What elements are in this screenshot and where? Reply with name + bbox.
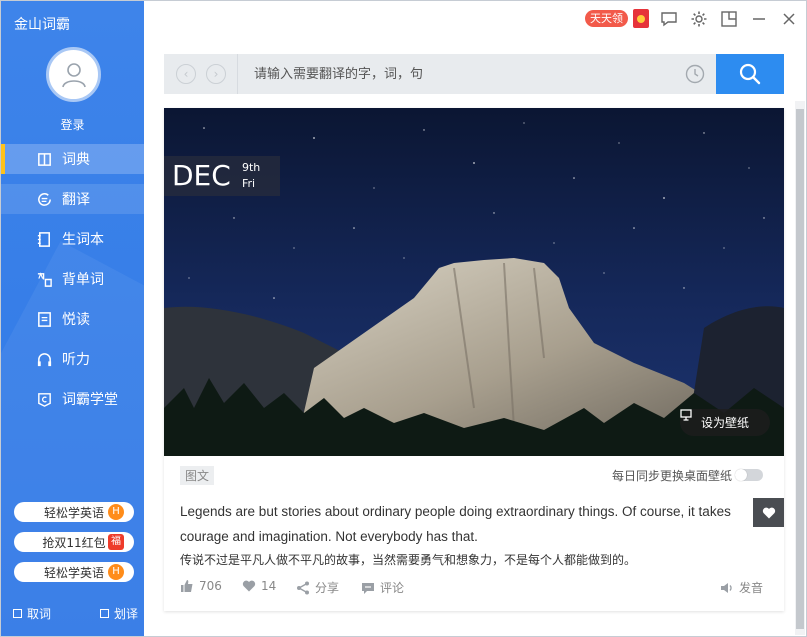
daily-reward-badge[interactable]: 天天领 bbox=[585, 10, 628, 27]
title-bar: 天天领 bbox=[144, 1, 806, 37]
share-button[interactable]: 分享 bbox=[296, 579, 339, 596]
back-button[interactable]: ‹ bbox=[176, 64, 196, 84]
date-day: 9th bbox=[242, 161, 261, 174]
feedback-icon[interactable] bbox=[660, 10, 678, 28]
sidebar-item-listening[interactable]: 听力 bbox=[1, 344, 144, 374]
pick-word-label: 取词 bbox=[27, 607, 52, 621]
app-title: 金山词霸 bbox=[14, 17, 70, 33]
search-bar: ‹ › bbox=[164, 54, 784, 94]
sidebar-item-label: 背单词 bbox=[62, 272, 104, 288]
pronounce-button[interactable]: 发音 bbox=[720, 579, 763, 596]
promo-label: 轻松学英语 bbox=[43, 505, 104, 520]
sidebar-nav: 词典 翻译 生词本 背单词 悦读 听力 词霸学堂 bbox=[1, 144, 144, 424]
app-window: 金山词霸 登录 词典 翻译 生词本 背单词 悦读 听力 词霸学堂 轻松学英语 H… bbox=[0, 0, 807, 637]
sentence-actions: 706 14 分享 评论 发音 bbox=[180, 579, 768, 597]
sidebar-item-label: 翻译 bbox=[62, 192, 90, 208]
promo-label: 轻松学英语 bbox=[43, 565, 104, 580]
word-card-icon bbox=[35, 270, 53, 288]
pick-word-checkbox[interactable]: 取词 bbox=[13, 605, 51, 622]
date-badge: DEC 9th Fri bbox=[164, 156, 280, 196]
sidebar-item-wordbook[interactable]: 生词本 bbox=[1, 224, 144, 254]
mini-mode-icon[interactable] bbox=[720, 10, 738, 28]
bottom-toggles: 取词 划译 bbox=[13, 605, 138, 622]
flame-icon: H bbox=[108, 504, 124, 520]
checkbox-icon bbox=[13, 609, 22, 618]
daily-wallpaper-image: DEC 9th Fri 设为壁纸 bbox=[164, 108, 784, 456]
select-translate-checkbox[interactable]: 划译 bbox=[99, 605, 138, 622]
sentence-chinese: 传说不过是平凡人做不平凡的故事，当然需要勇气和想象力，不是每个人都能做到的。 bbox=[180, 553, 637, 567]
comment-button[interactable]: 评论 bbox=[361, 579, 404, 596]
scrollbar-thumb[interactable] bbox=[796, 109, 804, 629]
like-button[interactable]: 706 bbox=[180, 579, 222, 593]
sidebar-item-label: 词典 bbox=[62, 152, 90, 168]
pronounce-label: 发音 bbox=[739, 581, 764, 595]
sidebar-item-translate[interactable]: 翻译 bbox=[1, 184, 144, 214]
heart-icon bbox=[242, 580, 256, 592]
promo-learn-english-2[interactable]: 轻松学英语 H bbox=[14, 562, 134, 582]
thumbs-up-icon bbox=[181, 580, 193, 592]
promo-red-packet[interactable]: 抢双11红包 福 bbox=[14, 532, 134, 552]
date-weekday: Fri bbox=[242, 177, 256, 190]
gear-icon[interactable] bbox=[690, 10, 708, 28]
share-label: 分享 bbox=[315, 581, 340, 595]
share-icon bbox=[297, 581, 309, 594]
sidebar-item-label: 悦读 bbox=[62, 312, 90, 328]
minimize-icon[interactable] bbox=[750, 10, 768, 28]
reading-icon bbox=[35, 310, 53, 328]
sidebar-item-label: 生词本 bbox=[62, 232, 104, 248]
classroom-icon bbox=[35, 390, 53, 408]
search-icon bbox=[739, 63, 761, 85]
promo-label: 抢双11红包 bbox=[42, 535, 106, 550]
notebook-icon bbox=[35, 230, 53, 248]
favorite-count: 14 bbox=[261, 579, 277, 593]
checkbox-icon bbox=[99, 609, 109, 618]
select-translate-label: 划译 bbox=[113, 607, 138, 621]
login-link[interactable]: 登录 bbox=[1, 116, 144, 133]
red-packet-icon: 福 bbox=[108, 534, 124, 550]
heart-icon bbox=[762, 507, 775, 518]
flame-icon: H bbox=[108, 564, 124, 580]
monitor-icon bbox=[680, 409, 692, 421]
content-tag: 图文 bbox=[180, 466, 215, 485]
favorite-button[interactable] bbox=[753, 498, 784, 527]
sidebar: 金山词霸 登录 词典 翻译 生词本 背单词 悦读 听力 词霸学堂 轻松学英语 H… bbox=[1, 1, 144, 636]
sidebar-item-reading[interactable]: 悦读 bbox=[1, 304, 144, 334]
set-wallpaper-label: 设为壁纸 bbox=[700, 416, 749, 430]
set-wallpaper-button[interactable]: 设为壁纸 bbox=[680, 409, 770, 436]
sync-wallpaper-toggle[interactable] bbox=[735, 469, 763, 481]
sidebar-item-memorize[interactable]: 背单词 bbox=[1, 264, 144, 294]
user-icon bbox=[61, 62, 86, 87]
gift-icon[interactable] bbox=[633, 9, 649, 28]
comment-label: 评论 bbox=[380, 581, 405, 595]
like-count: 706 bbox=[199, 579, 222, 593]
translate-icon bbox=[35, 190, 53, 208]
sync-wallpaper-label: 每日同步更换桌面壁纸 bbox=[612, 469, 733, 483]
history-icon[interactable] bbox=[685, 64, 705, 84]
promo-learn-english[interactable]: 轻松学英语 H bbox=[14, 502, 134, 522]
date-month: DEC bbox=[172, 159, 231, 192]
comment-icon bbox=[362, 582, 374, 594]
sentence-english: Legends are but stories about ordinary p… bbox=[180, 504, 731, 544]
book-icon bbox=[35, 150, 53, 168]
sidebar-item-label: 词霸学堂 bbox=[62, 392, 118, 408]
forward-button[interactable]: › bbox=[206, 64, 226, 84]
speaker-icon bbox=[721, 582, 732, 593]
search-input[interactable] bbox=[238, 54, 680, 94]
sidebar-item-classroom[interactable]: 词霸学堂 bbox=[1, 384, 144, 414]
search-button[interactable] bbox=[716, 54, 784, 94]
daily-sentence-card: DEC 9th Fri 设为壁纸 图文 每日同步更换桌面壁纸 Legends a… bbox=[164, 108, 784, 611]
favorite-count-button[interactable]: 14 bbox=[242, 579, 276, 593]
headphones-icon bbox=[35, 350, 53, 368]
avatar[interactable] bbox=[46, 47, 101, 102]
close-icon[interactable] bbox=[780, 10, 798, 28]
sidebar-item-dictionary[interactable]: 词典 bbox=[1, 144, 144, 174]
sidebar-item-label: 听力 bbox=[62, 352, 90, 368]
